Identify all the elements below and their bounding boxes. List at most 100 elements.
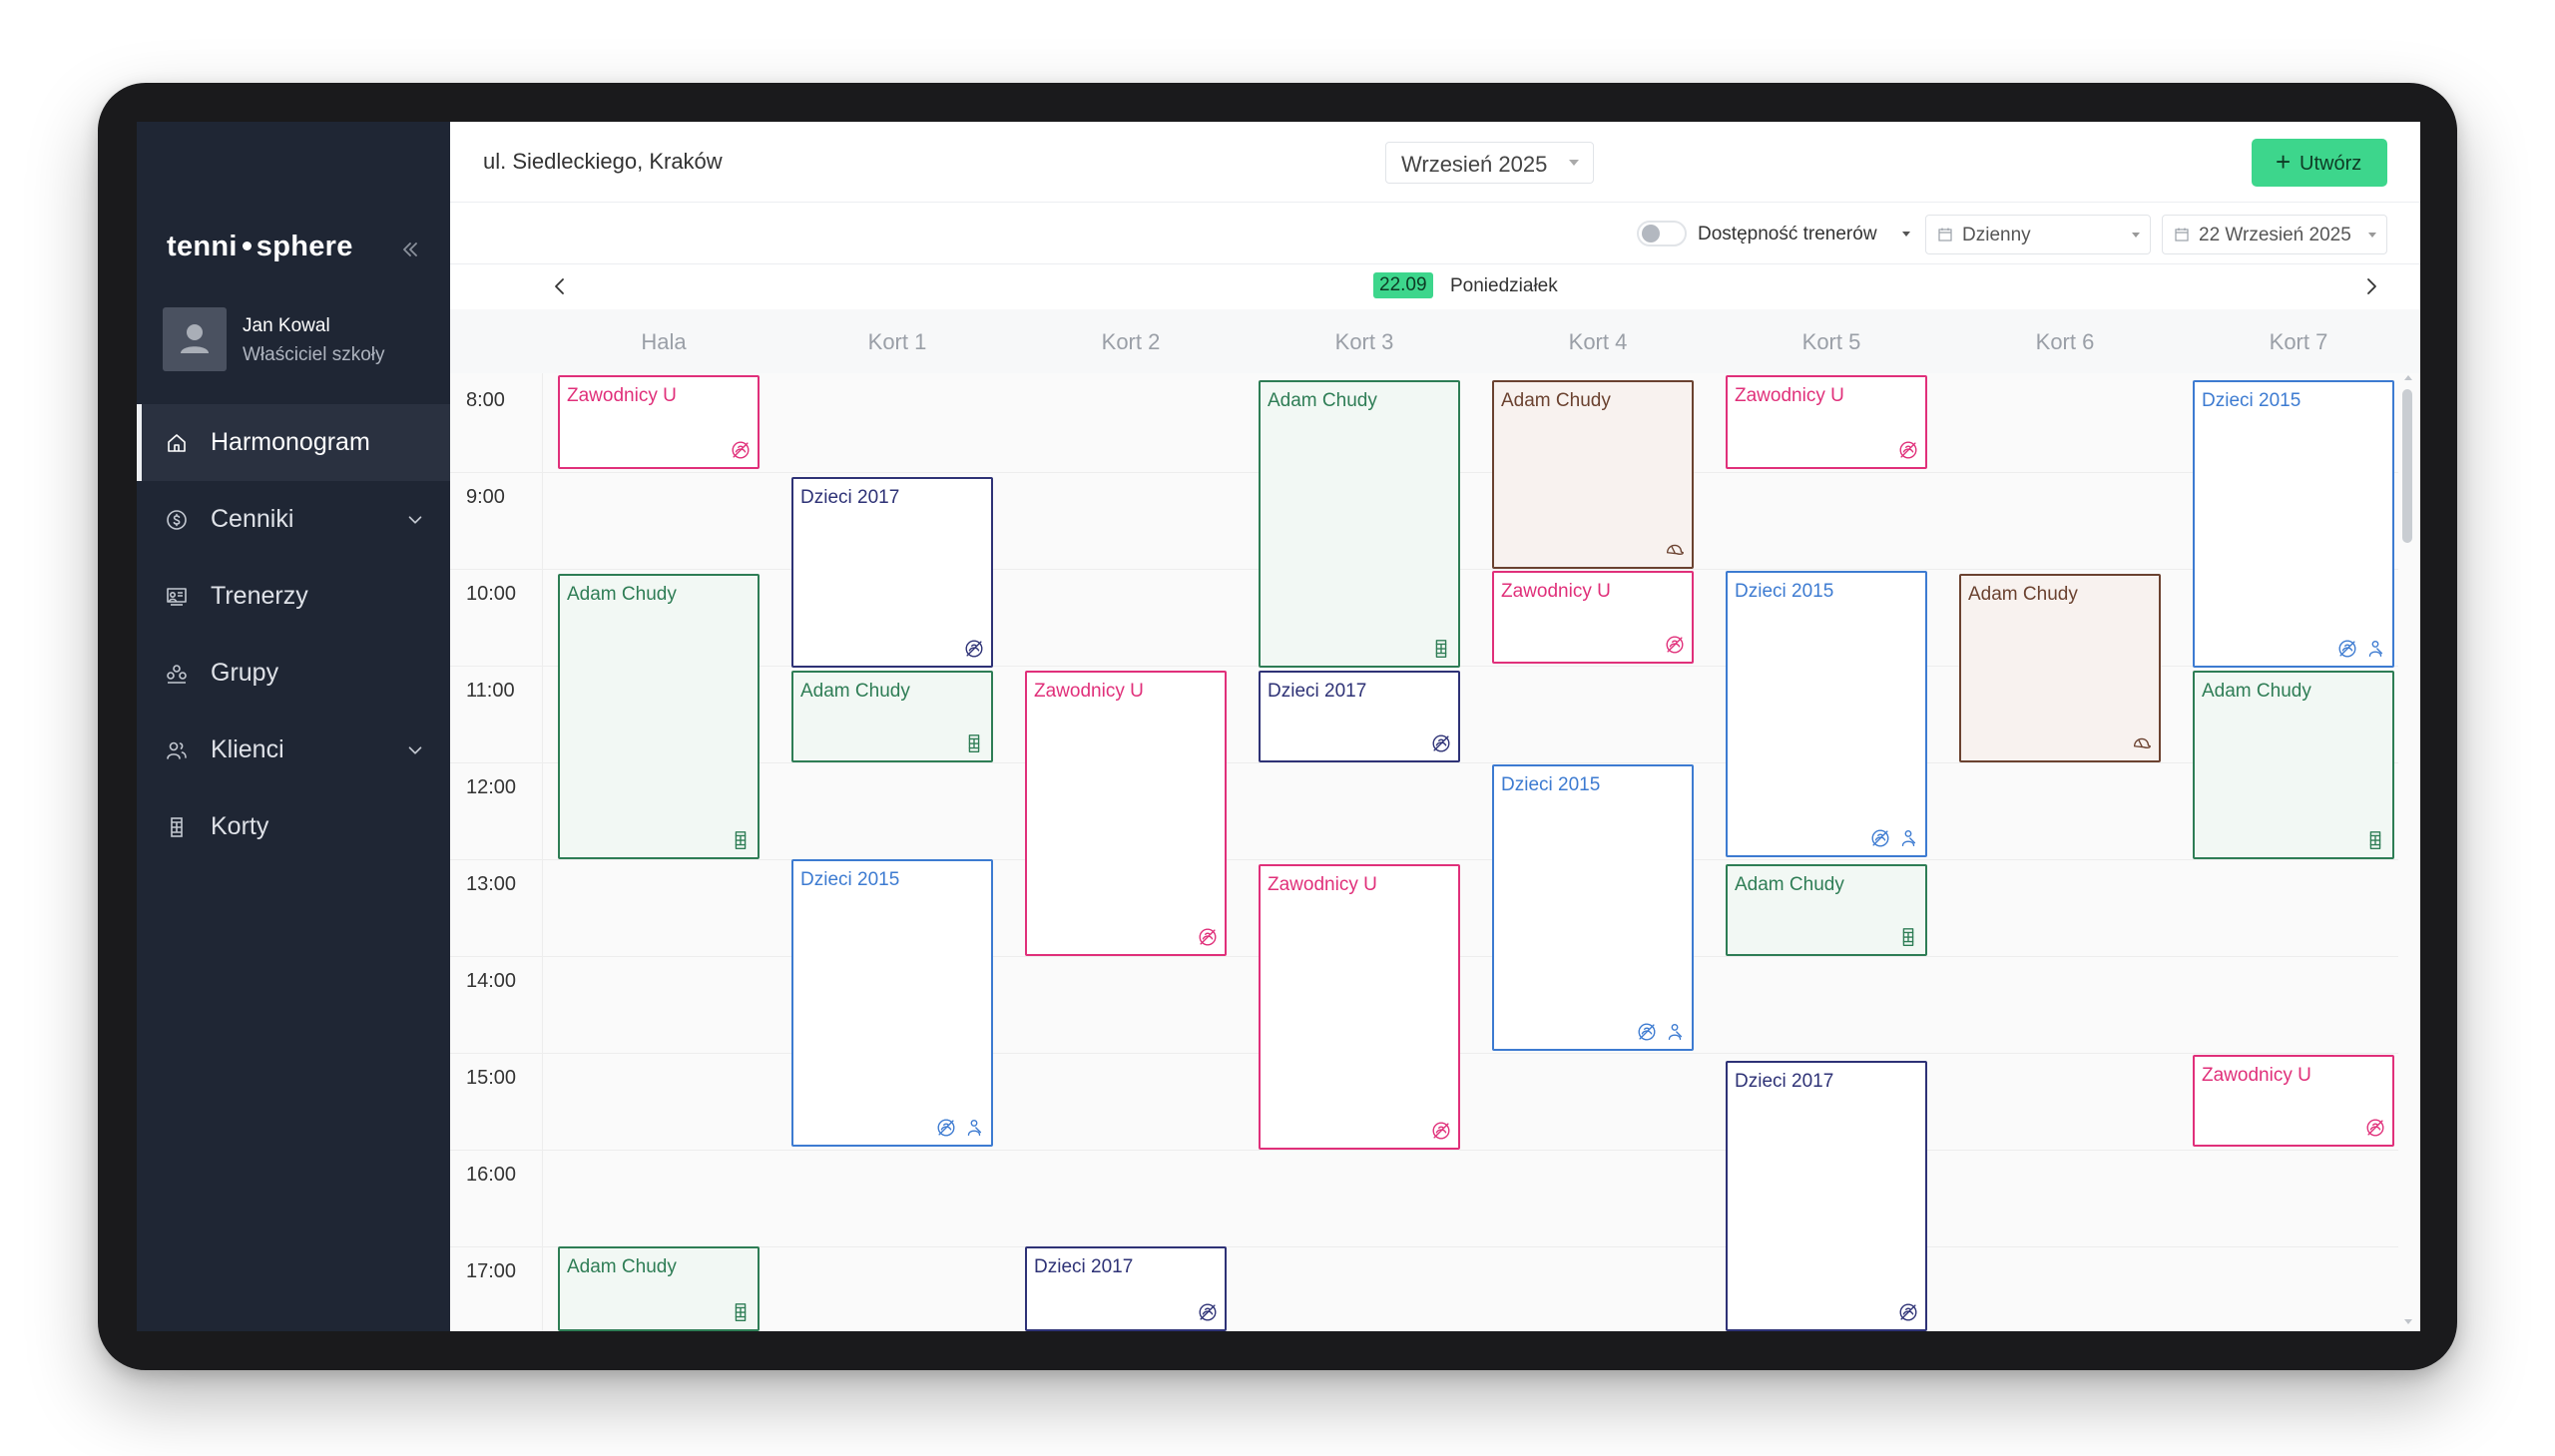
time-label: 9:00 [466, 486, 505, 508]
schedule-event[interactable]: Dzieci 2017 [791, 476, 993, 668]
court-icon [171, 817, 183, 837]
event-title: Zawodnicy U [567, 385, 677, 406]
cap-icon [2133, 737, 2151, 748]
court-column-header: Kort 7 [2269, 329, 2328, 354]
time-label: 12:00 [466, 776, 517, 798]
schedule-event[interactable]: Adam Chudy [558, 573, 760, 859]
hour-divider [450, 859, 2398, 860]
event-title: Zawodnicy U [1268, 873, 1377, 895]
no-trainer-icon [1432, 1122, 1450, 1140]
schedule-event[interactable]: Zawodnicy U [558, 375, 760, 470]
time-label: 15:00 [466, 1067, 517, 1089]
sidebar-item-label: Cenniki [211, 505, 294, 533]
schedule-event[interactable]: Zawodnicy U [1726, 375, 1927, 470]
day-navigator: 22.09 Poniedziałek [450, 263, 2420, 310]
no-trainer-icon [732, 441, 750, 459]
sidebar-item-klienci[interactable]: Klienci [137, 712, 450, 788]
sidebar: tenni sphere Jan Kowal Właściciel szkoły … [137, 122, 450, 1331]
schedule-event[interactable]: Adam Chudy [1259, 379, 1460, 668]
court-icon [1435, 639, 1447, 658]
caret-down-icon [2368, 233, 2376, 238]
dollar-circle-icon [167, 510, 187, 530]
top-bar: ul. Siedleckiego, Kraków Wrzesień 2025 +… [450, 122, 2420, 203]
logo-text-left: tenni [167, 231, 238, 262]
logo-dot [242, 241, 252, 250]
sidebar-item-trenerzy[interactable]: Trenerzy [137, 558, 450, 635]
no-trainer-icon [1199, 1303, 1217, 1321]
schedule-event[interactable]: Dzieci 2015 [791, 859, 993, 1148]
schedule-event[interactable]: Dzieci 2015 [1726, 570, 1927, 858]
sidebar-item-label: Klienci [211, 735, 284, 763]
event-icons [1430, 732, 1452, 754]
court-icon [2369, 831, 2381, 849]
event-icons [1636, 1021, 1686, 1043]
schedule-event[interactable]: Adam Chudy [1959, 573, 2161, 762]
chevron-right-icon[interactable] [2359, 274, 2383, 298]
schedule-event[interactable]: Zawodnicy U [1259, 863, 1460, 1150]
trainer-availability-label[interactable]: Dostępność trenerów [1698, 224, 1877, 245]
schedule-main: ul. Siedleckiego, Kraków Wrzesień 2025 +… [450, 122, 2420, 1331]
create-button[interactable]: + Utwórz [2252, 139, 2387, 187]
schedule-event[interactable]: Adam Chudy [2193, 670, 2394, 859]
schedule-grid: 8:00 9:00 10:00 11:00 12:00 13:00 14:00 15:00 16… [450, 373, 2420, 1331]
no-trainer-icon [1871, 829, 1889, 847]
schedule-event[interactable]: Adam Chudy [1726, 863, 1927, 956]
court-icon [968, 734, 980, 752]
sidebar-item-grupy[interactable]: Grupy [137, 635, 450, 712]
event-icons [1197, 1301, 1219, 1323]
view-select[interactable]: Dzienny [1925, 215, 2151, 254]
schedule-event[interactable]: Adam Chudy [1492, 379, 1694, 569]
event-title: Adam Chudy [1968, 583, 2078, 605]
event-title: Dzieci 2017 [1268, 680, 1367, 702]
event-icons [963, 732, 985, 754]
schedule-event[interactable]: Dzieci 2015 [2193, 379, 2394, 668]
court-column-header: Hala [641, 329, 687, 354]
sidebar-item-korty[interactable]: Korty [137, 788, 450, 865]
event-icons [2364, 1117, 2386, 1139]
court-column-header: Kort 6 [2035, 329, 2095, 354]
scroll-down-arrow[interactable] [2404, 1319, 2412, 1324]
trainer-availability-toggle[interactable] [1637, 221, 1687, 246]
no-trainer-icon [1432, 734, 1450, 752]
logo-text-right: sphere [256, 231, 353, 262]
location-label: ul. Siedleckiego, Kraków [483, 149, 723, 174]
no-trainer-icon [2366, 1119, 2384, 1137]
court-column-header: Kort 5 [1801, 329, 1861, 354]
app-logo[interactable]: tenni sphere [167, 231, 353, 263]
create-button-label: Utwórz [2300, 153, 2362, 175]
schedule-event[interactable]: Zawodnicy U [1492, 570, 1694, 665]
schedule-event[interactable]: Zawodnicy U [1025, 670, 1227, 956]
event-icons [1897, 926, 1919, 948]
event-icons [935, 1117, 985, 1139]
event-title: Dzieci 2015 [1501, 773, 1601, 795]
sidebar-item-harmonogram[interactable]: Harmonogram [137, 404, 450, 481]
court-icon [1902, 928, 1914, 946]
schedule-event[interactable]: Dzieci 2017 [1726, 1060, 1927, 1331]
caret-down-icon [1569, 160, 1579, 166]
scroll-up-arrow[interactable] [2404, 375, 2412, 380]
month-select[interactable]: Wrzesień 2025 [1385, 142, 1594, 184]
chevron-down-icon[interactable] [404, 509, 426, 531]
sidebar-item-cenniki[interactable]: Cenniki [137, 481, 450, 558]
schedule-event[interactable]: Adam Chudy [791, 670, 993, 762]
caret-down-icon[interactable] [1902, 232, 1910, 237]
event-title: Dzieci 2015 [1735, 580, 1834, 602]
no-trainer-icon [1899, 1303, 1917, 1321]
event-icons [730, 439, 752, 461]
chevron-down-icon[interactable] [404, 739, 426, 761]
event-title: Zawodnicy U [2202, 1064, 2311, 1086]
chevron-left-icon[interactable] [548, 274, 572, 298]
event-icons [2131, 732, 2153, 754]
schedule-event[interactable]: Zawodnicy U [2193, 1054, 2394, 1148]
person-icon [1668, 1024, 1683, 1041]
home-icon [168, 434, 186, 452]
scrollbar-thumb[interactable] [2402, 389, 2412, 543]
event-title: Adam Chudy [1735, 873, 1844, 895]
schedule-event[interactable]: Dzieci 2017 [1025, 1246, 1227, 1331]
date-select[interactable]: 22 Wrzesień 2025 [2162, 215, 2387, 254]
schedule-event[interactable]: Dzieci 2017 [1259, 670, 1460, 762]
schedule-event[interactable]: Dzieci 2015 [1492, 763, 1694, 1052]
collapse-sidebar-icon[interactable] [398, 238, 422, 261]
schedule-event[interactable]: Adam Chudy [558, 1246, 760, 1331]
month-select-value: Wrzesień 2025 [1401, 152, 1548, 177]
